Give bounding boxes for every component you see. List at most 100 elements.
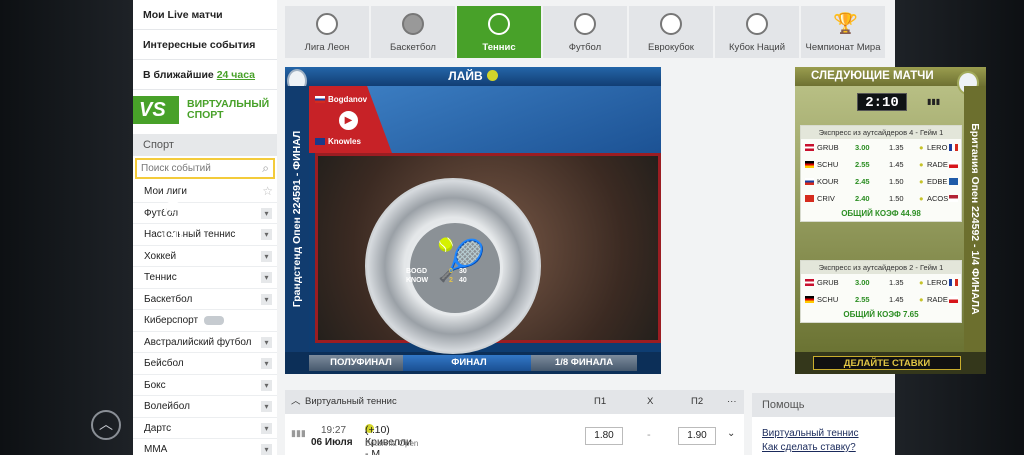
tab-world-cup[interactable]: 🏆 Чемпионат Мира <box>801 6 885 58</box>
sport-tabs: Лига Леон Баскетбол Теннис Футбол Евроку… <box>285 6 886 58</box>
odd-p1-button[interactable]: 1.80 <box>585 427 623 445</box>
play-button[interactable]: ▶ <box>337 109 360 132</box>
sidebar-item-football[interactable]: Футбол ▾ <box>133 203 277 224</box>
sport-list: Мои лиги ☆ Футбол ▾ Настольный теннис ▾ Хок… <box>133 181 277 455</box>
austria-flag-icon <box>805 279 814 286</box>
chevron-down-icon[interactable]: ▾ <box>261 336 272 348</box>
team-b: EDBE <box>927 177 948 186</box>
team-a: GRUB <box>817 143 839 152</box>
search-input[interactable]: Поиск событий ⌕ <box>135 158 275 179</box>
chevron-down-icon[interactable]: ▾ <box>261 207 272 219</box>
odd-p2-button[interactable]: 1.90 <box>678 427 716 445</box>
czech-flag-icon <box>949 296 958 303</box>
sidebar-item-label: Киберспорт <box>144 315 199 326</box>
sidebar-item-hockey[interactable]: Хоккей ▾ <box>133 246 277 267</box>
round-semifinal[interactable]: ПОЛУФИНАЛ <box>309 355 413 371</box>
events-header[interactable]: ︿ Виртуальный теннис П1 X П2 ··· <box>285 390 744 414</box>
sidebar-item-my-leagues[interactable]: Мои лиги ☆ <box>133 181 277 203</box>
odd-x-value: - <box>647 429 651 441</box>
help-link-virtual-tennis[interactable]: Виртуальный теннис <box>752 427 895 441</box>
express-total: ОБЩИЙ КОЭФ 44.98 <box>841 209 921 218</box>
sidebar-item-label: Настольный теннис <box>144 229 236 240</box>
interesting-events-link[interactable]: Интересные события <box>133 30 277 60</box>
sidebar-item-label: Хоккей <box>144 250 177 262</box>
tab-label: Теннис <box>482 42 516 53</box>
help-link-how-to-bet[interactable]: Как сделать ставку? <box>752 441 895 455</box>
chevron-down-icon[interactable]: ▾ <box>261 422 272 434</box>
odd-x: 1.50 <box>889 194 904 203</box>
help-panel: Помощь Виртуальный теннис Как сделать ст… <box>752 393 895 455</box>
chevron-down-icon[interactable]: ▾ <box>261 293 272 305</box>
chevron-down-icon[interactable]: ▾ <box>261 250 272 262</box>
odd-x: 1.35 <box>889 278 904 287</box>
my-live-link[interactable]: Мои Live матчи <box>133 0 277 30</box>
power-icon[interactable]: ⏻ <box>164 201 182 219</box>
sidebar-item-basketball[interactable]: Баскетбол ▾ <box>133 289 277 310</box>
score-p1-game: 0 <box>449 268 453 275</box>
place-bets-button[interactable]: ДЕЛАЙТЕ СТАВКИ <box>813 356 961 370</box>
sidebar-item-darts[interactable]: Дартс ▾ <box>133 418 277 439</box>
sidebar-item-esports[interactable]: Киберспорт <box>133 310 277 332</box>
star-icon[interactable]: ☆ <box>262 181 273 203</box>
chevron-down-icon[interactable]: ▾ <box>261 272 272 283</box>
express-row[interactable]: CRIV 2.40 1.50 ● ACOS <box>801 190 961 207</box>
stats-icon[interactable]: ▮▮▮ <box>927 97 940 106</box>
round-1-8[interactable]: 1/8 ФИНАЛА <box>531 355 637 371</box>
ball-icon: ● <box>919 177 924 186</box>
sidebar-item-label: Бейсбол <box>144 358 184 369</box>
sidebar-item-boxing[interactable]: Бокс ▾ <box>133 375 277 396</box>
chevron-down-icon[interactable]: ▾ <box>261 229 272 240</box>
live-title: ЛАЙВ <box>448 69 483 83</box>
sidebar-item-label: Австралийский футбол <box>144 336 252 348</box>
stats-icon[interactable]: ▮▮▮ <box>291 428 306 439</box>
sidebar-item-baseball[interactable]: Бейсбол ▾ <box>133 353 277 375</box>
tab-liga-leon[interactable]: Лига Леон <box>285 6 369 58</box>
sidebar-item-aussie-rules[interactable]: Австралийский футбол ▾ <box>133 332 277 353</box>
ball-icon: ● <box>919 194 924 203</box>
express-row[interactable]: SCHU 2.55 1.45 ● RADE <box>801 291 961 308</box>
search-icon[interactable]: ⌕ <box>262 160 269 177</box>
chevron-down-icon[interactable]: ▾ <box>261 358 272 369</box>
background-left <box>0 0 133 455</box>
sidebar-item-tennis[interactable]: Теннис ▾ <box>133 267 277 289</box>
round-final[interactable]: ФИНАЛ <box>403 355 535 371</box>
upcoming-link[interactable]: В ближайшие 24 часа <box>133 60 277 90</box>
odd-a: 3.00 <box>855 278 870 287</box>
more-icon[interactable]: ··· <box>727 390 737 414</box>
sidebar-item-table-tennis[interactable]: Настольный теннис ▾ <box>133 224 277 246</box>
express-row[interactable]: GRUB 3.00 1.35 ● LERO <box>801 139 961 156</box>
volume-icon[interactable]: ◀ <box>164 225 182 243</box>
usa-flag-icon <box>949 195 958 202</box>
col-p1: П1 <box>594 396 607 407</box>
sidebar: Мои Live матчи Интересные события В ближ… <box>133 0 277 455</box>
tab-football[interactable]: Футбол <box>543 6 627 58</box>
tab-nations-cup[interactable]: Кубок Наций <box>715 6 799 58</box>
soccer-ball-icon <box>574 13 596 35</box>
tab-tennis[interactable]: Теннис <box>457 6 541 58</box>
switzerland-flag-icon <box>805 195 814 202</box>
tennis-ball-icon <box>486 70 498 81</box>
sidebar-item-volleyball[interactable]: Волейбол ▾ <box>133 396 277 418</box>
scroll-top-button[interactable]: ︿ <box>91 410 121 440</box>
chevron-down-icon[interactable]: ▾ <box>261 401 272 412</box>
tab-label: Чемпионат Мира <box>805 42 881 53</box>
chevron-down-icon[interactable]: ⌄ <box>727 428 735 439</box>
event-extra-markets[interactable]: (+10) <box>365 424 390 436</box>
vs-logo: VS <box>133 96 179 124</box>
col-x: X <box>647 396 654 407</box>
sport-header: Спорт <box>133 134 277 156</box>
chevron-up-icon[interactable]: ︿ <box>291 390 301 414</box>
express-row[interactable]: KOUR 2.45 1.50 ● EDBE <box>801 173 961 190</box>
odd-x: 1.50 <box>889 177 904 186</box>
tab-eurocup[interactable]: Еврокубок <box>629 6 713 58</box>
express-row[interactable]: GRUB 3.00 1.35 ● LERO <box>801 274 961 291</box>
chevron-down-icon[interactable]: ▾ <box>261 444 272 455</box>
upcoming-24h-link[interactable]: 24 часа <box>217 69 255 81</box>
tab-basketball[interactable]: Баскетбол <box>371 6 455 58</box>
event-row[interactable]: ▮▮▮ 19:27 06 Июля А. Кривелли - М. Акост… <box>285 414 744 455</box>
virtual-sport-banner[interactable]: VS ВИРТУАЛЬНЫЙ СПОРТ <box>133 94 277 126</box>
sidebar-item-mma[interactable]: MMA ▾ <box>133 439 277 455</box>
express-row[interactable]: SCHU 2.55 1.45 ● RADE <box>801 156 961 173</box>
chevron-down-icon[interactable]: ▾ <box>261 379 272 391</box>
team-a: GRUB <box>817 278 839 287</box>
